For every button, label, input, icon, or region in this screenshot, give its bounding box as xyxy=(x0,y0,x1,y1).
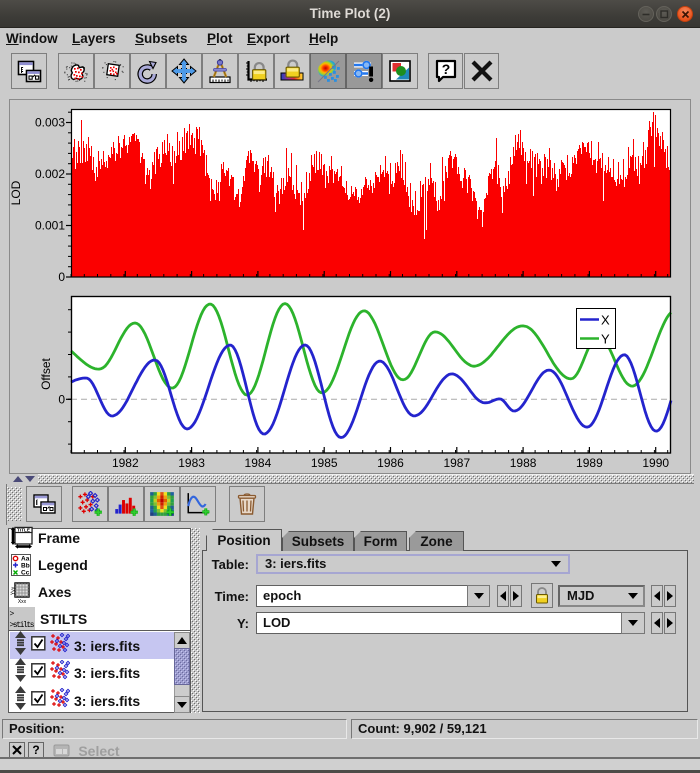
svg-text:1990: 1990 xyxy=(642,456,669,470)
svg-text:LOD: LOD xyxy=(9,180,23,205)
svg-text:Xxx: Xxx xyxy=(18,599,27,604)
svg-text:0.002: 0.002 xyxy=(35,167,65,181)
svg-text:Cc: Cc xyxy=(21,570,30,577)
svg-text:>stilts: >stilts xyxy=(10,621,35,630)
svg-text:0: 0 xyxy=(58,270,65,284)
svg-text:X: X xyxy=(601,313,610,328)
svg-text:>: > xyxy=(10,610,15,619)
svg-text:1989: 1989 xyxy=(576,456,603,470)
svg-text:1986: 1986 xyxy=(377,456,404,470)
svg-text:TITLE: TITLE xyxy=(17,528,30,533)
svg-text:1987: 1987 xyxy=(443,456,470,470)
svg-text:Yyy: Yyy xyxy=(11,586,17,595)
svg-text:0: 0 xyxy=(58,393,65,407)
svg-text:1984: 1984 xyxy=(245,456,272,470)
svg-text:0.001: 0.001 xyxy=(35,219,65,233)
svg-text:1988: 1988 xyxy=(510,456,537,470)
svg-text:1985: 1985 xyxy=(311,456,338,470)
svg-text:0.003: 0.003 xyxy=(35,116,65,130)
svg-text:Bb: Bb xyxy=(21,563,30,570)
svg-text:Y: Y xyxy=(601,332,610,347)
svg-text:1982: 1982 xyxy=(112,456,139,470)
svg-text:Aa: Aa xyxy=(21,556,30,563)
svg-text:1983: 1983 xyxy=(178,456,205,470)
svg-text:Offset: Offset xyxy=(39,357,53,389)
